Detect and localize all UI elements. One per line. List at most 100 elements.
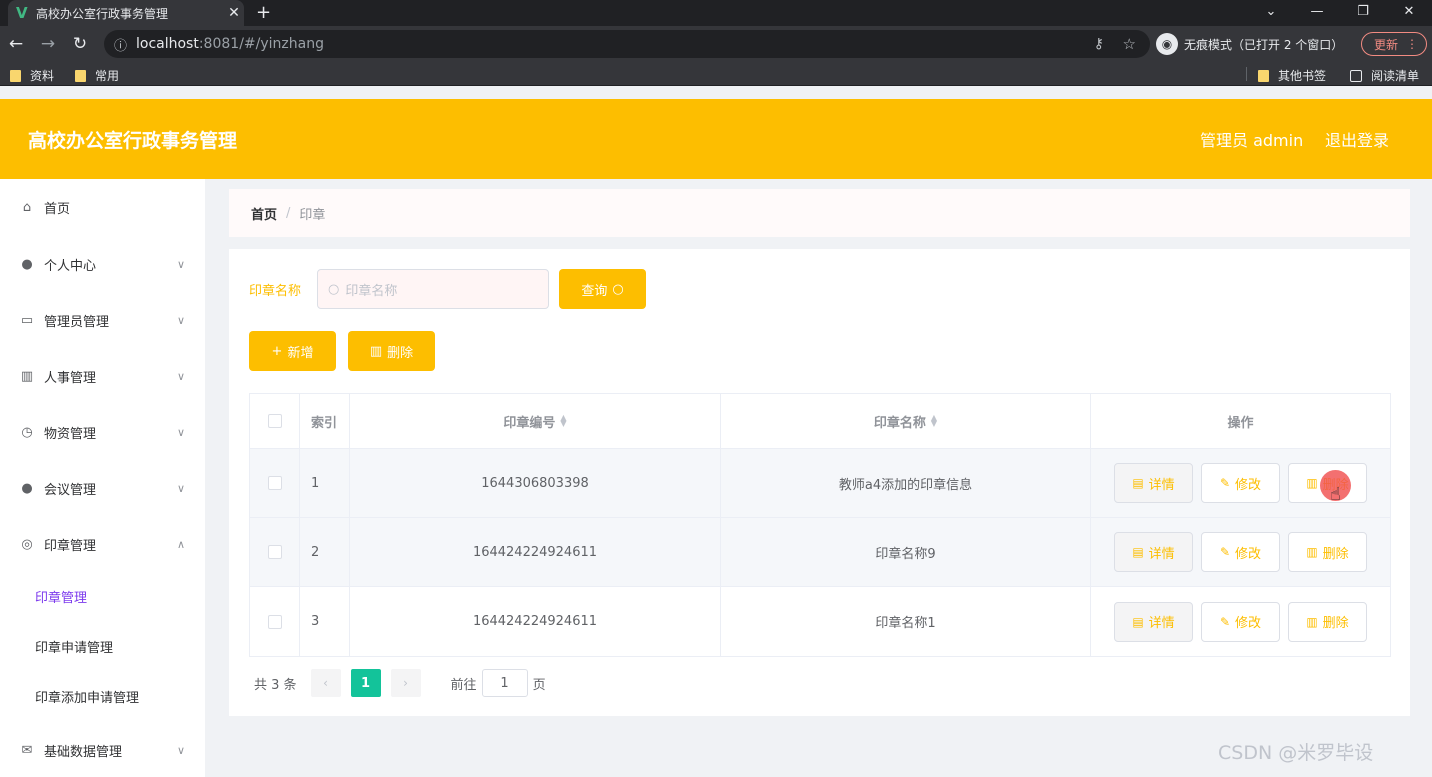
detail-button[interactable]: ▤ 详情 xyxy=(1114,532,1193,572)
bookmark-label: 常用 xyxy=(95,69,120,83)
bookmarks-bar: 资料 常用 其他书签 阅读清单 xyxy=(0,62,1432,86)
pagination: 共 3 条 ‹ 1 › 前往 1 页 xyxy=(254,669,546,697)
browser-tab[interactable]: V 高校办公室行政事务管理 ✕ xyxy=(8,0,244,26)
other-bookmarks[interactable]: 其他书签 xyxy=(1258,67,1326,84)
browser-tab-title: 高校办公室行政事务管理 xyxy=(36,6,169,21)
page-number[interactable]: 1 xyxy=(350,669,381,697)
edit-button[interactable]: ✎ 修改 xyxy=(1201,532,1280,572)
table-header-row: 索引 印章编号 ▲ ▼ 印章名称 ▲ ▼ 操作 xyxy=(250,394,1390,449)
sort-icon[interactable]: ▲ ▼ xyxy=(560,414,566,428)
row-checkbox-cell xyxy=(250,587,300,656)
breadcrumb-separator: / xyxy=(286,205,291,221)
delete-button[interactable]: ▥ 删除 xyxy=(1288,532,1367,572)
logout-link[interactable]: 退出登录 xyxy=(1325,127,1389,151)
select-all-checkbox[interactable] xyxy=(267,414,282,428)
batch-delete-button[interactable]: ▥ 删除 xyxy=(348,331,435,371)
sidebar-item-home[interactable]: ⌂ 首页 xyxy=(0,187,205,227)
edit-label: 修改 xyxy=(1235,546,1262,562)
add-button[interactable]: + 新增 xyxy=(249,331,336,371)
detail-label: 详情 xyxy=(1148,616,1175,631)
trash-icon: ▥ xyxy=(1306,476,1318,490)
edit-label: 修改 xyxy=(1235,616,1262,631)
edit-button[interactable]: ✎ 修改 xyxy=(1201,601,1280,642)
row-name: 印章名称9 xyxy=(721,518,1091,586)
header-name[interactable]: 印章名称 ▲ ▼ xyxy=(721,394,1091,448)
header-code[interactable]: 印章编号 ▲ ▼ xyxy=(350,394,721,448)
star-icon[interactable]: ☆ xyxy=(1123,35,1136,53)
detail-button[interactable]: ▤ 详情 xyxy=(1114,463,1193,503)
breadcrumb-home[interactable]: 首页 xyxy=(251,204,277,223)
key-icon[interactable]: ⚷ xyxy=(1094,36,1104,52)
mail-icon: ✉ xyxy=(21,742,33,758)
sidebar-item-label: 管理员管理 xyxy=(44,314,110,330)
delete-label: 删除 xyxy=(387,345,414,361)
goto-suffix: 页 xyxy=(532,677,546,693)
app-title: 高校办公室行政事务管理 xyxy=(28,129,238,152)
edit-button[interactable]: ✎ 修改 xyxy=(1201,463,1280,503)
sidebar-item-label: 首页 xyxy=(44,201,71,217)
incognito-indicator[interactable]: ◉ 无痕模式（已打开 2 个窗口） xyxy=(1156,32,1343,56)
browser-toolbar: ← → ↻ ⓘ localhost :8081/#/yinzhang ⚷ ☆ ◉… xyxy=(0,26,1432,62)
bulb-icon: ● xyxy=(21,480,33,496)
minimize-icon[interactable]: — xyxy=(1294,0,1340,26)
delete-button[interactable]: ▥ 删除 xyxy=(1288,601,1367,642)
chevron-down-icon: ∨ xyxy=(176,425,185,439)
row-index: 1 xyxy=(300,449,350,517)
more-menu-icon[interactable]: ⋮ xyxy=(1406,37,1418,51)
chevron-down-icon: ∨ xyxy=(176,481,185,495)
maximize-icon[interactable]: ❐ xyxy=(1340,0,1386,26)
sidebar-item-meetings[interactable]: ● 会议管理 ∨ xyxy=(0,468,205,508)
submenu-item-seal-add-apply[interactable]: 印章添加申请管理 xyxy=(35,681,139,711)
delete-label: 删除 xyxy=(1322,616,1349,631)
search-icon: ○ xyxy=(612,281,624,297)
bookmark-folder[interactable]: 资料 xyxy=(10,67,54,84)
filter-label: 印章名称 xyxy=(249,284,302,299)
reload-icon[interactable]: ↻ xyxy=(64,34,96,54)
prev-page-icon[interactable]: ‹ xyxy=(310,669,341,697)
reading-list[interactable]: 阅读清单 xyxy=(1350,67,1419,84)
sidebar-item-basic-data[interactable]: ✉ 基础数据管理 ∨ xyxy=(0,730,205,770)
row-index: 3 xyxy=(300,587,350,656)
goto-page-input[interactable]: 1 xyxy=(481,669,528,697)
document-icon: ▤ xyxy=(1132,476,1144,490)
window-close-icon[interactable]: ✕ xyxy=(1386,0,1432,26)
row-checkbox[interactable] xyxy=(267,614,282,629)
search-icon: ○ xyxy=(328,281,340,297)
folder-icon xyxy=(75,69,86,82)
sidebar-item-seals[interactable]: ◎ 印章管理 ∧ xyxy=(0,524,205,564)
query-label: 查询 xyxy=(581,283,608,299)
sidebar: ⌂ 首页 ● 个人中心 ∨ ▭ 管理员管理 ∨ ▥ 人事管理 ∨ ◷ 物资管理 … xyxy=(0,179,205,777)
seal-name-search-input[interactable]: ○ 印章名称 xyxy=(317,269,549,309)
watermark: CSDN @米罗毕设 xyxy=(1218,742,1374,764)
forward-icon[interactable]: → xyxy=(32,34,64,54)
breadcrumb: 首页 / 印章 xyxy=(229,189,1410,237)
sidebar-item-personnel[interactable]: ▥ 人事管理 ∨ xyxy=(0,356,205,396)
info-icon[interactable]: ⓘ xyxy=(114,35,136,54)
row-checkbox[interactable] xyxy=(267,545,282,559)
reading-list-icon xyxy=(1350,69,1362,82)
folder-icon xyxy=(10,69,21,82)
new-tab-icon[interactable]: + xyxy=(256,2,271,23)
next-page-icon[interactable]: › xyxy=(390,669,421,697)
sort-icon[interactable]: ▲ ▼ xyxy=(931,414,937,428)
bookmark-folder[interactable]: 常用 xyxy=(75,67,119,84)
query-button[interactable]: 查询 ○ xyxy=(559,269,646,309)
address-bar[interactable]: ⓘ localhost :8081/#/yinzhang ⚷ ☆ xyxy=(104,30,1150,58)
window-controls: ⌄ — ❐ ✕ xyxy=(1248,0,1432,26)
tab-search-icon[interactable]: ⌄ xyxy=(1248,0,1294,26)
submenu-item-seal-apply[interactable]: 印章申请管理 xyxy=(35,631,113,661)
submenu-item-seal-manage[interactable]: 印章管理 xyxy=(35,581,87,611)
sidebar-item-profile[interactable]: ● 个人中心 ∨ xyxy=(0,244,205,284)
tab-close-icon[interactable]: ✕ xyxy=(224,5,244,21)
sidebar-item-admins[interactable]: ▭ 管理员管理 ∨ xyxy=(0,300,205,340)
main-content: 印章名称 ○ 印章名称 查询 ○ + 新增 ▥ 删除 索引 印章编号 ▲ ▼ 印章… xyxy=(229,249,1410,716)
back-icon[interactable]: ← xyxy=(0,34,32,54)
breadcrumb-current: 印章 xyxy=(299,207,326,223)
detail-button[interactable]: ▤ 详情 xyxy=(1114,601,1193,642)
row-checkbox[interactable] xyxy=(267,476,282,490)
sidebar-item-label: 会议管理 xyxy=(44,482,97,498)
trash-icon: ▥ xyxy=(1306,545,1318,559)
sidebar-item-supplies[interactable]: ◷ 物资管理 ∨ xyxy=(0,412,205,452)
update-button[interactable]: 更新 ⋮ xyxy=(1361,32,1427,56)
delete-button[interactable]: ▥ 删除 xyxy=(1288,463,1367,503)
